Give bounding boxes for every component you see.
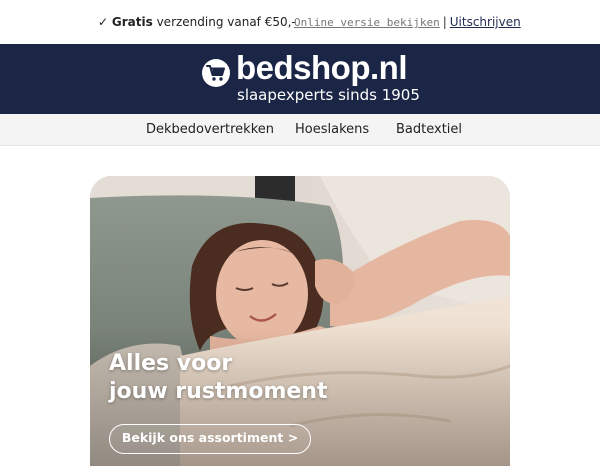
category-nav: Dekbedovertrekken Hoeslakens Badtextiel	[0, 114, 600, 146]
nav-item-hoeslakens[interactable]: Hoeslakens	[295, 122, 369, 137]
hero-title-line1: Alles voor	[109, 351, 233, 376]
hero-banner[interactable]: Alles voor jouw rustmoment Bekijk ons as…	[90, 176, 510, 466]
hero-title-line2: jouw rustmoment	[109, 379, 328, 404]
nav-item-badtextiel[interactable]: Badtextiel	[396, 122, 462, 137]
promo-bold-text: Gratis	[111, 15, 153, 29]
promo-text: verzending vanaf €50,-	[156, 15, 296, 29]
preheader-links: Online versie bekijken | Uitschrijven	[294, 15, 521, 29]
hero-title: Alles voor jouw rustmoment	[109, 350, 328, 406]
check-icon: ✓	[98, 15, 109, 29]
nav-item-dekbedovertrekken[interactable]: Dekbedovertrekken	[146, 122, 274, 137]
preheader-bar: ✓ Gratis verzending vanaf €50,- Online v…	[0, 0, 600, 44]
brand-tagline: slaapexperts sinds 1905	[237, 86, 420, 104]
link-separator: |	[442, 15, 447, 29]
view-online-link[interactable]: Online versie bekijken	[294, 16, 440, 29]
free-shipping-notice: ✓ Gratis verzending vanaf €50,-	[98, 15, 296, 29]
shopping-cart-icon	[202, 59, 230, 87]
brand-header: bedshop.nl slaapexperts sinds 1905	[0, 44, 600, 114]
brand-logo[interactable]: bedshop.nl	[200, 49, 410, 90]
unsubscribe-link[interactable]: Uitschrijven	[450, 15, 521, 29]
logo-wordmark: bedshop.nl	[236, 49, 408, 86]
hero-photo-woman-in-bed	[90, 176, 510, 466]
